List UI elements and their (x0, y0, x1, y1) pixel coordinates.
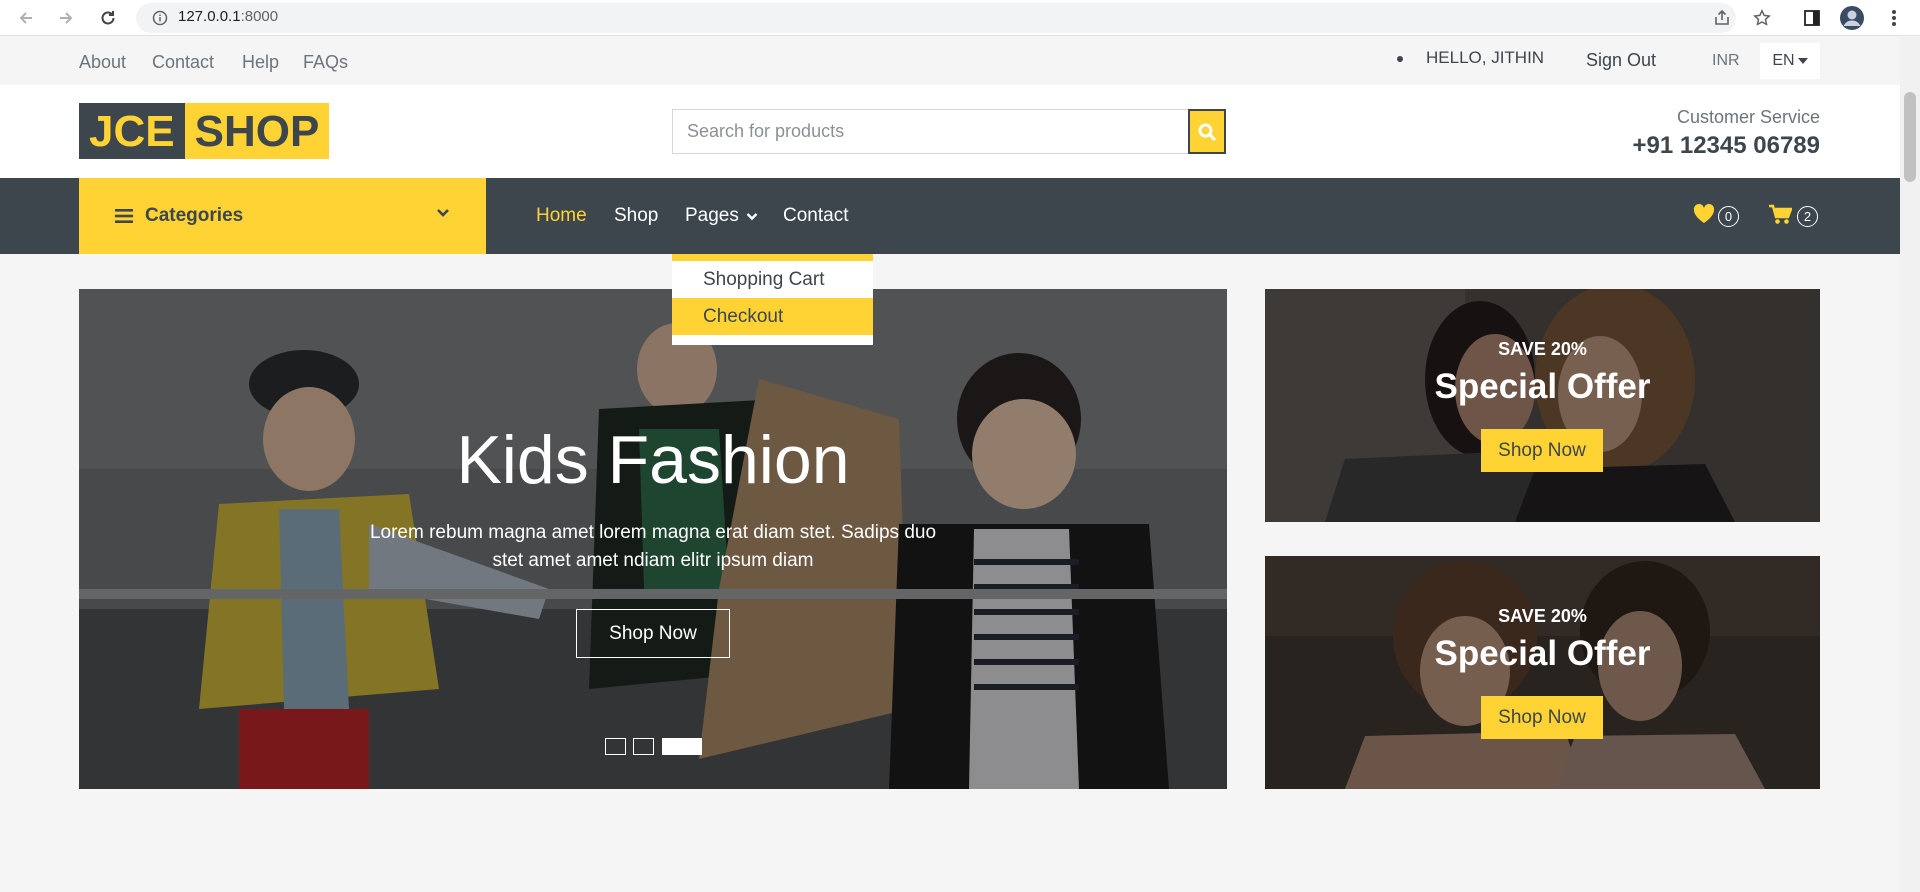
heart-icon[interactable] (1693, 204, 1715, 224)
dropdown-item-shopping-cart[interactable]: Shopping Cart (672, 261, 873, 298)
forward-icon[interactable] (54, 6, 78, 30)
hero-subtitle: Lorem rebum magna amet lorem magna erat … (369, 522, 937, 571)
bullet-icon (1397, 56, 1403, 62)
top-link-faqs[interactable]: FAQs (303, 52, 348, 73)
carousel-indicator-2[interactable] (633, 738, 654, 755)
site-info-icon[interactable] (148, 6, 172, 30)
dropdown-item-checkout[interactable]: Checkout (672, 298, 873, 335)
customer-service-label: Customer Service (1676, 107, 1820, 127)
back-icon[interactable] (14, 6, 38, 30)
share-icon[interactable] (1710, 6, 1734, 30)
address-bar[interactable] (136, 3, 1736, 33)
hamburger-icon (115, 209, 133, 223)
sign-out-link[interactable]: Sign Out (1586, 50, 1656, 71)
site-logo[interactable]: JCE SHOP (79, 103, 330, 159)
categories-toggle[interactable]: Categories (79, 178, 486, 254)
top-link-contact[interactable]: Contact (152, 52, 214, 73)
user-greeting: HELLO, JITHIN (1426, 48, 1545, 67)
logo-part-1: JCE (79, 103, 185, 159)
browser-toolbar: 127.0.0.1:8000 (0, 0, 1920, 36)
nav-pages[interactable]: Pages (685, 205, 758, 227)
cart-count: 2 (1797, 206, 1818, 227)
site-header: JCE SHOP Customer Service +91 12345 0678… (0, 85, 1900, 178)
top-bar: About Contact Help FAQs HELLO, JITHIN Si… (0, 37, 1900, 85)
bookmark-star-icon[interactable] (1750, 6, 1774, 30)
categories-label: Categories (145, 205, 244, 226)
reload-icon[interactable] (96, 6, 120, 30)
main-navbar: Categories Home Shop Pages Contact 0 2 (0, 178, 1900, 254)
chevron-down-icon (437, 209, 449, 217)
page-scrollbar[interactable] (1900, 37, 1920, 892)
offer-discount: SAVE 20% (1498, 339, 1587, 359)
menu-kebab-icon[interactable] (1882, 6, 1906, 30)
offer-shop-now-button[interactable]: Shop Now (1481, 429, 1603, 472)
offer-title: Special Offer (1434, 634, 1651, 673)
hero-title: Kids Fashion (456, 422, 850, 498)
url-text: 127.0.0.1:8000 (178, 8, 279, 25)
hero-carousel: Kids Fashion Lorem rebum magna amet lore… (79, 289, 1227, 789)
offer-banner: SAVE 20% Special Offer Shop Now (1265, 289, 1820, 522)
offer-title: Special Offer (1434, 367, 1651, 406)
customer-service-phone: +91 12345 06789 (1632, 132, 1820, 159)
wishlist-count: 0 (1718, 206, 1739, 227)
nav-home[interactable]: Home (536, 205, 587, 227)
offer-shop-now-button[interactable]: Shop Now (1481, 696, 1603, 739)
logo-part-2: SHOP (184, 103, 330, 159)
top-link-about[interactable]: About (79, 52, 126, 73)
offer-discount: SAVE 20% (1498, 606, 1587, 626)
caret-down-icon (1797, 58, 1808, 64)
language-selector[interactable]: EN (1760, 43, 1820, 79)
nav-contact[interactable]: Contact (783, 205, 848, 227)
offer-banner: SAVE 20% Special Offer Shop Now (1265, 556, 1820, 789)
cart-icon[interactable] (1768, 204, 1792, 225)
language-label: EN (1772, 52, 1795, 69)
nav-shop[interactable]: Shop (614, 205, 658, 227)
nav-pages-label: Pages (685, 205, 739, 226)
hero-shop-now-button[interactable]: Shop Now (576, 609, 730, 658)
pages-dropdown-menu: Shopping Cart Checkout (672, 254, 873, 345)
carousel-indicator-1[interactable] (605, 738, 626, 755)
side-panel-icon[interactable] (1800, 6, 1824, 30)
search-button[interactable] (1188, 109, 1226, 154)
scrollbar-thumb[interactable] (1904, 92, 1916, 182)
chevron-down-icon (746, 213, 758, 221)
profile-avatar[interactable] (1840, 6, 1864, 30)
search-icon (1198, 123, 1216, 141)
search-input[interactable] (672, 109, 1190, 154)
currency-selector[interactable]: INR (1712, 52, 1740, 70)
carousel-indicator-3[interactable] (662, 738, 702, 755)
top-link-help[interactable]: Help (242, 52, 279, 73)
